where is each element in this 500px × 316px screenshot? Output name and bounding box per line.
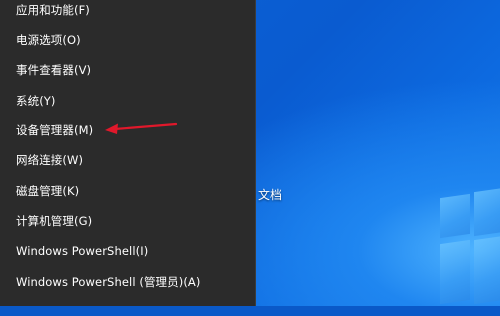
menu-item-power-options[interactable]: 电源选项(O): [0, 25, 255, 55]
menu-item-windows-powershell[interactable]: Windows PowerShell(I): [0, 236, 255, 266]
winx-context-menu: 应用和功能(F) 电源选项(O) 事件查看器(V) 系统(Y) 设备管理器(M)…: [0, 0, 256, 306]
menu-item-disk-management[interactable]: 磁盘管理(K): [0, 176, 255, 206]
menu-item-windows-powershell-admin[interactable]: Windows PowerShell (管理员)(A): [0, 267, 255, 297]
menu-item-computer-management[interactable]: 计算机管理(G): [0, 206, 255, 236]
menu-item-system[interactable]: 系统(Y): [0, 86, 255, 116]
menu-item-device-manager[interactable]: 设备管理器(M): [0, 115, 255, 145]
desktop-icon-label[interactable]: 文档: [258, 186, 282, 203]
menu-item-network-connections[interactable]: 网络连接(W): [0, 145, 255, 175]
menu-item-apps-and-features[interactable]: 应用和功能(F): [0, 0, 255, 25]
windows-logo: [440, 187, 500, 316]
menu-item-event-viewer[interactable]: 事件查看器(V): [0, 55, 255, 85]
